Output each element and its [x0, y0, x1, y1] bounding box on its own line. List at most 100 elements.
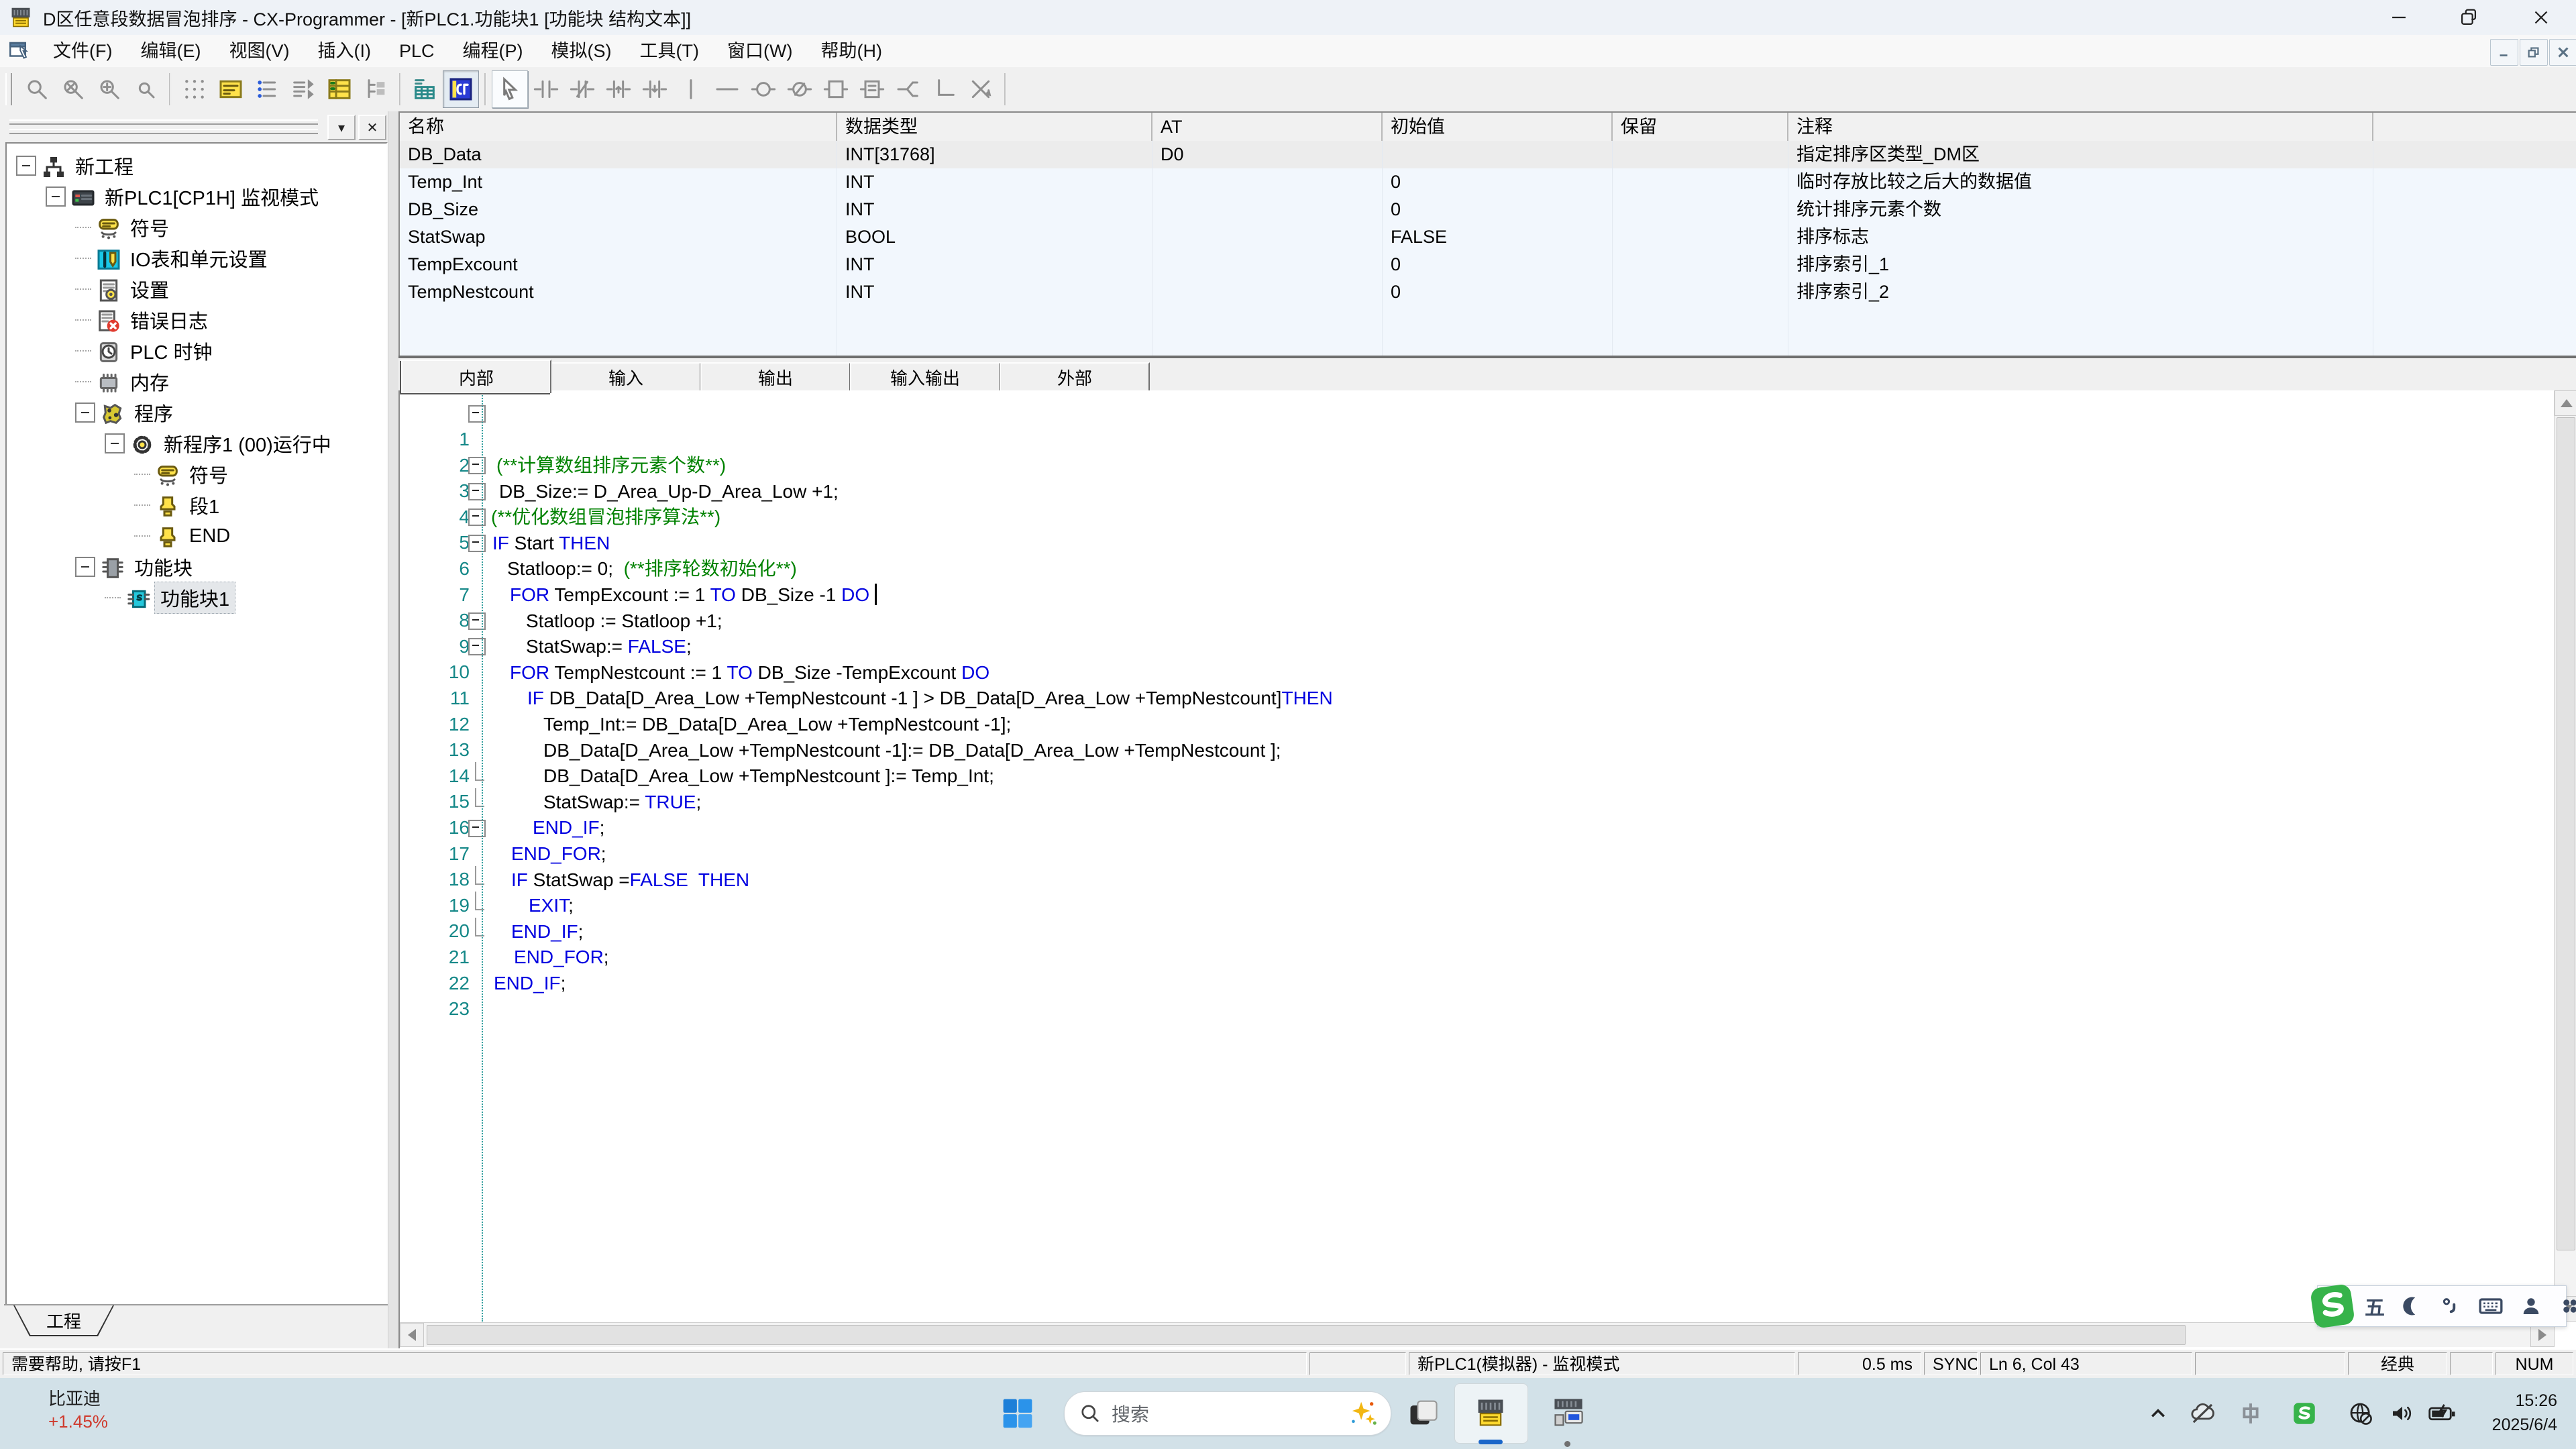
cell-init[interactable] [1383, 141, 1613, 168]
keyboard-icon[interactable] [2477, 1293, 2504, 1320]
col-header-extra[interactable] [2373, 113, 2576, 141]
cell-extra[interactable] [2373, 278, 2576, 306]
table-row-2[interactable]: DB_SizeINT0统计排序元素个数 [400, 196, 2576, 224]
code-line-17[interactable]: 17 IF StatSwap =FALSE THEN [400, 814, 2546, 841]
delete-cross-icon[interactable] [963, 70, 999, 108]
tree-item-1[interactable]: 新PLC1[CP1H] 监视模式 [46, 181, 324, 212]
cell-comment[interactable] [1788, 306, 2373, 333]
inst-box2-icon[interactable] [854, 70, 890, 108]
taskbar-clock[interactable]: 15:26 2025/6/4 [2492, 1389, 2557, 1437]
tree-expander-icon[interactable] [16, 156, 36, 176]
fold-collapse-icon[interactable] [468, 457, 486, 474]
code-line-2[interactable]: 2 DB_Size:= D_Area_Up-D_Area_Low +1; [400, 426, 2546, 452]
taskbar-app-cx-programmer[interactable] [1473, 1395, 1508, 1430]
cell-init[interactable]: 0 [1383, 278, 1613, 306]
cell-at[interactable] [1152, 333, 1383, 357]
panel-gripper-2[interactable] [9, 129, 318, 134]
fold-collapse-icon[interactable] [468, 405, 486, 423]
cell-retain[interactable] [1613, 333, 1788, 357]
cell-retain[interactable] [1613, 168, 1788, 196]
code-line-12[interactable]: 12 DB_Data[D_Area_Low +TempNestcount -1]… [400, 685, 2546, 711]
tree-item-2[interactable]: 符号 [75, 212, 174, 243]
sogou-ime-toolbar[interactable]: 五 [2317, 1285, 2567, 1327]
code-line-5[interactable]: 5 Statloop:= 0; (**排序轮数初始化**) [400, 503, 2546, 529]
cell-extra[interactable] [2373, 251, 2576, 278]
cell-type[interactable]: INT [837, 168, 1152, 196]
fold-collapse-icon[interactable] [468, 535, 486, 552]
menu-9[interactable]: 帮助(H) [806, 41, 896, 61]
code-line-4[interactable]: 4 IF Start THEN [400, 478, 2546, 504]
code-line-6[interactable]: 6 FOR TempExcount := 1 TO DB_Size -1 DO [400, 529, 2546, 555]
zoom-small-icon[interactable] [127, 70, 164, 108]
taskbar-app-cx-simulator[interactable] [1551, 1395, 1586, 1430]
menu-4[interactable]: PLC [385, 41, 449, 61]
col-header-5[interactable]: 注释 [1788, 113, 2373, 141]
code-line-10[interactable]: 10 IF DB_Data[D_Area_Low +TempNestcount … [400, 633, 2546, 659]
cell-at[interactable] [1152, 278, 1383, 306]
child-close-button[interactable] [2549, 39, 2576, 66]
fold-collapse-icon[interactable] [468, 612, 486, 630]
vertical-line-icon[interactable] [673, 70, 709, 108]
st-editor-icon[interactable] [443, 70, 479, 108]
cell-name[interactable]: DB_Data [400, 141, 837, 168]
contact-no-icon[interactable] [528, 70, 564, 108]
code-line-21[interactable]: 21 END_IF; [400, 918, 2546, 944]
cell-name[interactable]: TempExcount [400, 251, 837, 278]
cell-extra[interactable] [2373, 223, 2576, 251]
tree-expander-icon[interactable] [105, 433, 125, 453]
cell-comment[interactable]: 排序索引_2 [1788, 278, 2373, 306]
code-line-9[interactable]: 9 FOR TempNestcount := 1 TO DB_Size -Tem… [400, 607, 2546, 633]
cell-type[interactable]: INT [837, 196, 1152, 223]
col-header-4[interactable]: 保留 [1613, 113, 1788, 141]
code-line-18[interactable]: 18 EXIT; [400, 840, 2546, 866]
cell-type[interactable] [837, 333, 1152, 357]
cell-init[interactable]: 0 [1383, 251, 1613, 278]
stock-widget[interactable]: 比亚迪 +1.45% [48, 1387, 108, 1433]
cell-comment[interactable]: 指定排序区类型_DM区 [1788, 141, 2373, 168]
tree-item-6[interactable]: PLC 时钟 [75, 335, 217, 366]
tray-no-internet-icon[interactable] [2347, 1399, 2375, 1428]
taskbar-app-photos[interactable] [1406, 1395, 1441, 1430]
ime-mode-icon[interactable]: 五 [2365, 1291, 2385, 1321]
tray-volume-icon[interactable] [2388, 1399, 2416, 1428]
cell-extra[interactable] [2373, 306, 2576, 333]
tree-item-3[interactable]: IO表和单元设置 [75, 243, 273, 274]
cell-extra[interactable] [2373, 333, 2576, 357]
panel-gripper[interactable] [9, 119, 318, 125]
code-line-14[interactable]: 14 StatSwap:= TRUE; [400, 737, 2546, 763]
tray-battery-charging-icon[interactable] [2427, 1399, 2455, 1428]
tree-item-11[interactable]: 段1 [134, 490, 225, 521]
code-line-8[interactable]: 8 StatSwap:= FALSE; [400, 581, 2546, 607]
tray-onedrive-paused-icon[interactable] [2188, 1399, 2216, 1428]
tree-expander-icon[interactable] [75, 557, 95, 577]
cell-retain[interactable] [1613, 223, 1788, 251]
start-button[interactable] [1000, 1395, 1036, 1432]
cell-at[interactable] [1152, 168, 1383, 196]
menu-6[interactable]: 模拟(S) [537, 41, 626, 61]
tray-sogou-icon[interactable] [2290, 1399, 2318, 1428]
tree-item-9[interactable]: 新程序1 (00)运行中 [105, 428, 337, 459]
horizontal-line-icon[interactable] [709, 70, 745, 108]
coil-icon[interactable] [745, 70, 782, 108]
punctuation-icon[interactable] [2438, 1294, 2463, 1318]
inst-box-icon[interactable] [818, 70, 854, 108]
cell-retain[interactable] [1613, 196, 1788, 223]
tree-item-5[interactable]: 错误日志 [75, 305, 213, 335]
coil-nc-icon[interactable] [782, 70, 818, 108]
panel-close-button[interactable]: ✕ [358, 115, 386, 140]
code-line-19[interactable]: 19 END_IF; [400, 866, 2546, 892]
code-line-22[interactable]: 22 [400, 944, 2546, 970]
grid-menu-icon[interactable] [2558, 1294, 2576, 1318]
cell-at[interactable] [1152, 196, 1383, 223]
code-line-13[interactable]: 13 DB_Data[D_Area_Low +TempNestcount ]:=… [400, 710, 2546, 737]
table-row-6[interactable] [400, 306, 2576, 334]
project-tab[interactable]: 工程 [13, 1305, 114, 1336]
cell-init[interactable]: FALSE [1383, 223, 1613, 251]
tray-ime-icon[interactable] [2237, 1399, 2265, 1428]
table-row-0[interactable]: DB_DataINT[31768]D0指定排序区类型_DM区 [400, 141, 2576, 169]
cell-extra[interactable] [2373, 196, 2576, 223]
cell-extra[interactable] [2373, 141, 2576, 168]
cell-name[interactable] [400, 333, 837, 357]
tree-item-4[interactable]: 设置 [75, 274, 174, 305]
cell-type[interactable] [837, 306, 1152, 333]
